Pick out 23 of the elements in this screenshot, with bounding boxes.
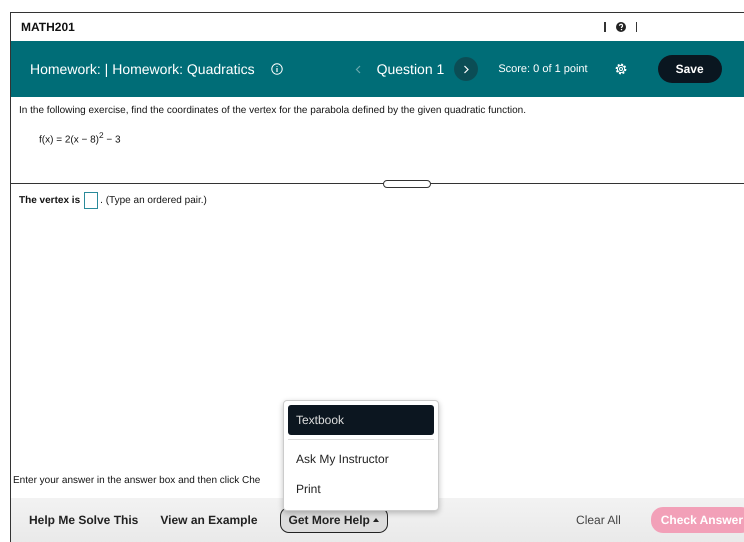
help-icon[interactable] (616, 22, 626, 32)
course-name: MATH201 (21, 20, 75, 34)
question-label: Question 1 (376, 61, 444, 77)
instruction-text: In the following exercise, find the coordinates of the vertex for the parabola defined by the given quadratic function. (19, 105, 527, 116)
caret-icon (372, 518, 379, 522)
answer-box[interactable] (84, 192, 98, 210)
chevron-right-icon (463, 64, 470, 74)
menu-item[interactable]: Ask My Instructor (288, 444, 434, 474)
assignment-title: Homework: | Homework: Quadratics (30, 61, 255, 77)
menu-item[interactable]: Print (288, 474, 434, 504)
formula: f(x) = 2(x − 8)$^{2}$ − 3 (39, 130, 122, 146)
score-text: Score: 0 of 1 point (498, 63, 588, 75)
footer-hint: Enter your answer in the answer box and then click Che (13, 475, 260, 486)
save-button[interactable]: Save (658, 55, 722, 83)
answer-hint: . (Type an ordered pair.) (100, 195, 207, 206)
settings-icon[interactable] (614, 62, 628, 76)
help-me-solve-button[interactable]: Help Me Solve This (29, 513, 138, 527)
view-example-button[interactable]: View an Example (160, 513, 258, 527)
answer-prompt: The vertex is (19, 195, 80, 206)
menu-item[interactable]: Textbook (288, 405, 434, 435)
clear-all-button[interactable]: Clear All (576, 513, 621, 527)
info-icon[interactable] (270, 63, 283, 75)
resize-handle[interactable] (383, 180, 431, 188)
